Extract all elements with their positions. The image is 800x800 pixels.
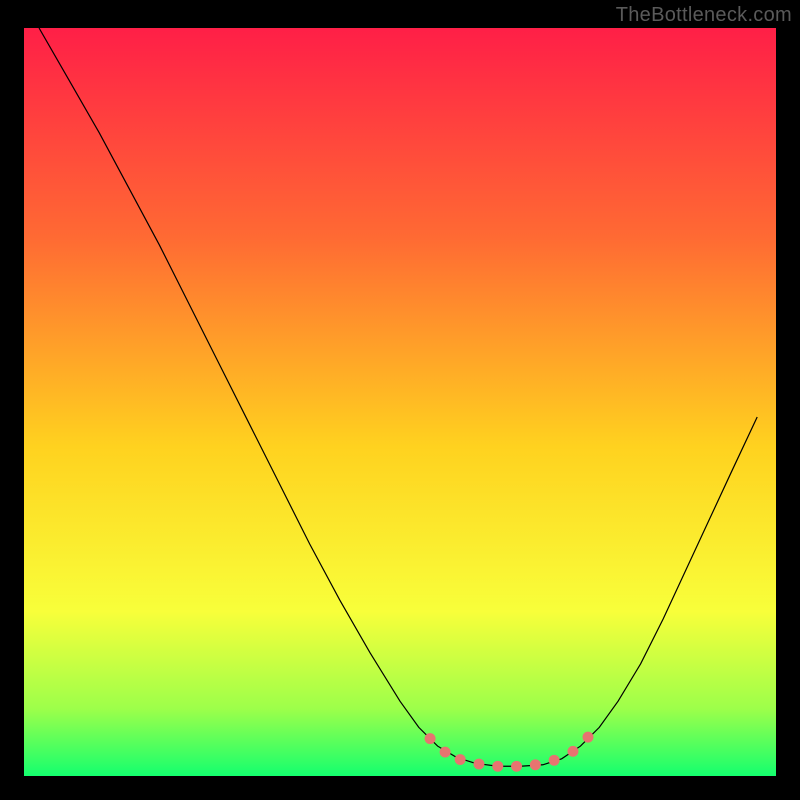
highlight-dot bbox=[549, 755, 560, 766]
highlight-dot bbox=[425, 733, 436, 744]
watermark-text: TheBottleneck.com bbox=[616, 4, 792, 27]
highlight-dot bbox=[567, 746, 578, 757]
highlight-dot bbox=[440, 747, 451, 758]
highlight-dot bbox=[583, 732, 594, 743]
chart-frame bbox=[24, 28, 776, 776]
chart-plot bbox=[24, 28, 776, 776]
highlight-dot bbox=[492, 761, 503, 772]
highlight-dot bbox=[511, 761, 522, 772]
curve-line bbox=[39, 28, 757, 766]
highlight-dot bbox=[473, 759, 484, 770]
highlight-dot bbox=[530, 759, 541, 770]
highlight-dot bbox=[455, 754, 466, 765]
